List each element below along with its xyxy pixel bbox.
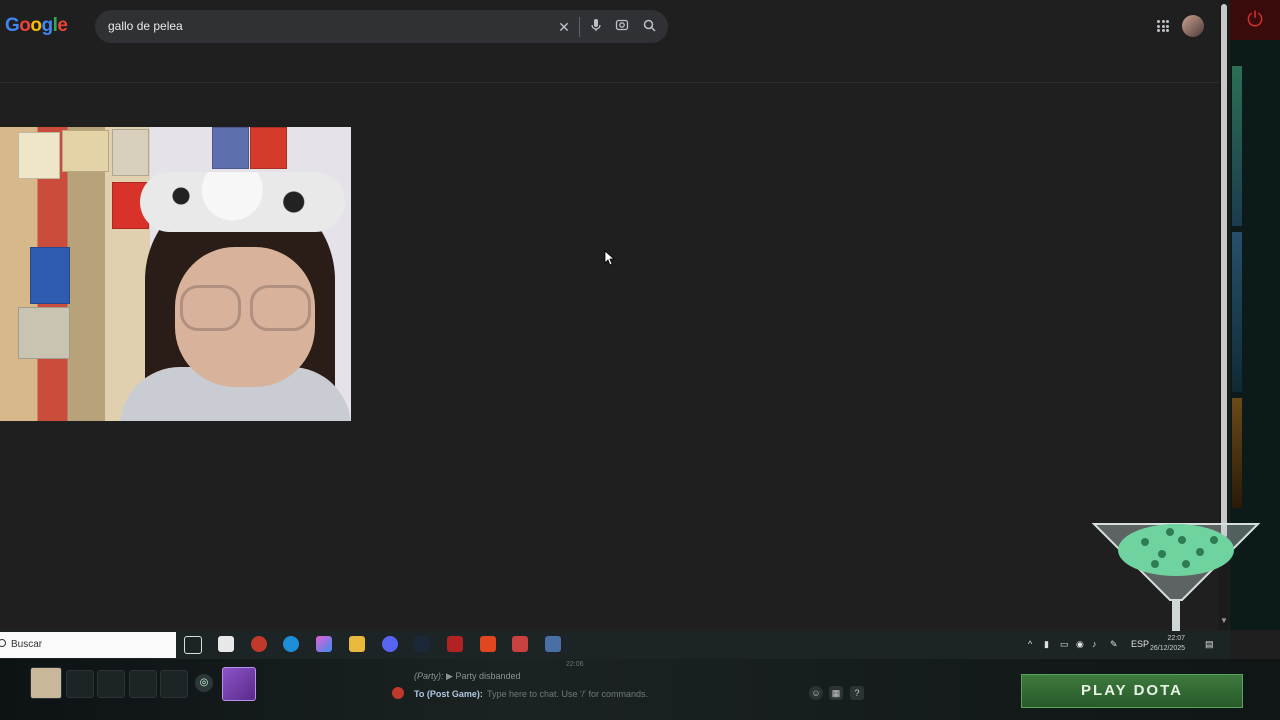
- microphone-icon[interactable]: ▮: [1044, 639, 1049, 650]
- lens-icon[interactable]: [613, 18, 631, 36]
- search-icon[interactable]: [640, 18, 658, 36]
- party-message: (Party): ▶ Party disbanded: [414, 671, 521, 681]
- language-indicator[interactable]: ESP: [1131, 639, 1149, 649]
- poster: [250, 127, 287, 169]
- poster: [30, 247, 70, 304]
- player-avatar[interactable]: [30, 667, 62, 699]
- poster: [62, 130, 109, 172]
- edge-browser-icon[interactable]: [283, 636, 299, 652]
- google-header: Google gallo de pelea ✕: [0, 0, 1230, 83]
- chat-timestamp: 22:06: [566, 661, 584, 668]
- apps-grid-icon[interactable]: [1157, 20, 1169, 32]
- cow-ears-headband: [140, 172, 345, 232]
- mouse-cursor-icon: [604, 250, 614, 266]
- store-icon[interactable]: [218, 636, 234, 652]
- calculator-icon[interactable]: [545, 636, 561, 652]
- microphone-icon[interactable]: [587, 18, 605, 36]
- power-icon[interactable]: ⏻: [1230, 0, 1280, 40]
- search-icon: [0, 639, 6, 647]
- emoji-icon[interactable]: ☺: [809, 686, 823, 700]
- notifications-icon[interactable]: ▤: [1205, 639, 1214, 650]
- search-divider: [579, 17, 580, 37]
- app-icon[interactable]: [512, 636, 528, 652]
- google-logo[interactable]: Google: [5, 15, 68, 37]
- side-thumbnail[interactable]: [1232, 398, 1242, 508]
- chat-wheel-icon[interactable]: ▦: [829, 686, 843, 700]
- copilot-icon[interactable]: [316, 636, 332, 652]
- side-thumbnail[interactable]: [1232, 232, 1242, 392]
- party-label: (Party):: [414, 671, 444, 681]
- chat-status-icon: [392, 687, 404, 699]
- steam-icon[interactable]: [414, 636, 430, 652]
- glasses: [180, 285, 241, 331]
- poster: [212, 127, 249, 169]
- hero-portrait[interactable]: [222, 667, 256, 701]
- party-slot[interactable]: [129, 670, 157, 698]
- party-text: Party disbanded: [455, 671, 521, 681]
- poster: [112, 129, 149, 176]
- clock-time: 22:07: [1167, 635, 1186, 642]
- network-icon[interactable]: ▭: [1060, 639, 1069, 650]
- brave-icon[interactable]: [480, 636, 496, 652]
- webcam-overlay: [0, 127, 351, 421]
- poster: [18, 132, 60, 179]
- party-slot[interactable]: [97, 670, 125, 698]
- help-button[interactable]: ?: [850, 686, 864, 700]
- dota-icon[interactable]: [447, 636, 463, 652]
- party-slot[interactable]: [160, 670, 188, 698]
- taskbar-clock[interactable]: 22:07 26/12/2025: [1150, 634, 1185, 654]
- taskbar-search[interactable]: Buscar: [0, 632, 176, 658]
- clear-icon[interactable]: ✕: [555, 18, 573, 36]
- discord-icon[interactable]: [382, 636, 398, 652]
- play-dota-button[interactable]: PLAY DOTA: [1021, 674, 1243, 708]
- poster: [18, 307, 70, 359]
- tray-chevron-icon[interactable]: ^: [1028, 639, 1032, 649]
- volume-icon[interactable]: ◉: [1076, 639, 1084, 650]
- task-view-icon[interactable]: [184, 636, 202, 654]
- scrollbar-thumb[interactable]: [1221, 4, 1227, 538]
- account-avatar[interactable]: [1182, 15, 1204, 37]
- app-icon[interactable]: [251, 636, 267, 652]
- chat-input[interactable]: Type here to chat. Use '/' for commands.: [487, 689, 648, 699]
- clock-date: 26/12/2025: [1150, 645, 1186, 652]
- file-explorer-icon[interactable]: [349, 636, 365, 652]
- taskbar-search-placeholder: Buscar: [11, 639, 43, 650]
- search-input[interactable]: gallo de pelea: [108, 19, 183, 33]
- voice-chat-icon[interactable]: ◎: [195, 674, 213, 692]
- glasses: [250, 285, 311, 331]
- search-box[interactable]: gallo de pelea ✕: [95, 10, 668, 43]
- speaker-icon[interactable]: ♪: [1092, 639, 1097, 649]
- side-thumbnail[interactable]: [1232, 66, 1242, 226]
- pen-icon[interactable]: ✎: [1110, 639, 1118, 650]
- party-slot[interactable]: [66, 670, 94, 698]
- chat-target[interactable]: To (Post Game):: [414, 689, 483, 699]
